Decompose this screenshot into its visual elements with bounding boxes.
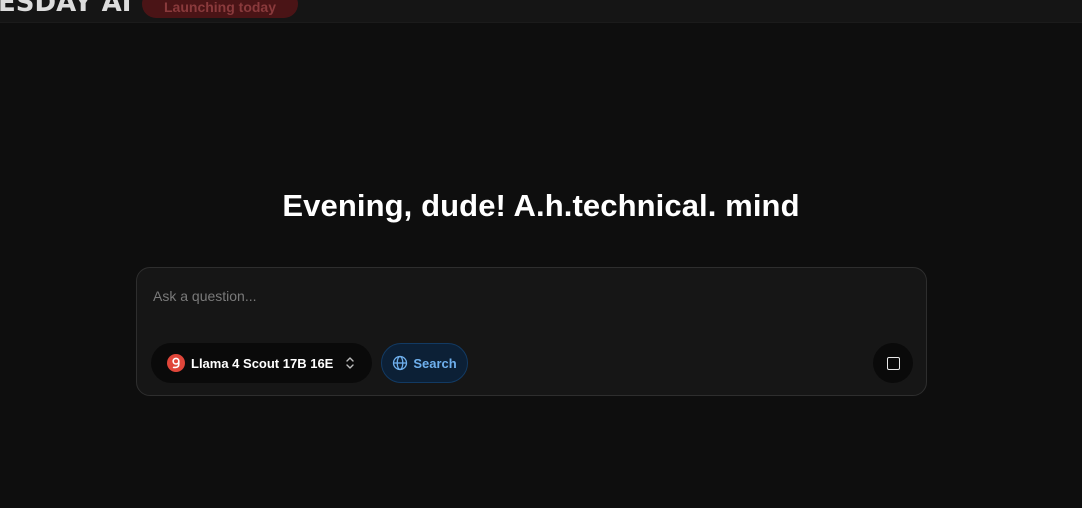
- search-toggle-button[interactable]: Search: [381, 343, 468, 383]
- greeting-heading: Evening, dude! A.h.technical. mind: [282, 188, 800, 223]
- question-input[interactable]: [153, 285, 853, 307]
- brand-logo-text[interactable]: ESDAY AI: [0, 0, 131, 18]
- model-brand-icon: [167, 354, 185, 372]
- composer-box: Llama 4 Scout 17B 16E Search: [136, 267, 927, 396]
- stop-icon: [886, 356, 900, 370]
- model-label: Llama 4 Scout 17B 16E: [191, 355, 334, 371]
- chevron-up-down-icon: [346, 357, 354, 369]
- app-page: ESDAY AI Launching today Evening, dude! …: [0, 0, 1082, 508]
- stop-button[interactable]: [873, 343, 913, 383]
- search-label: Search: [413, 355, 457, 371]
- launch-badge[interactable]: Launching today: [142, 0, 298, 18]
- model-selector[interactable]: Llama 4 Scout 17B 16E: [151, 343, 372, 383]
- globe-icon: [393, 355, 408, 371]
- top-header: ESDAY AI Launching today: [0, 0, 1082, 23]
